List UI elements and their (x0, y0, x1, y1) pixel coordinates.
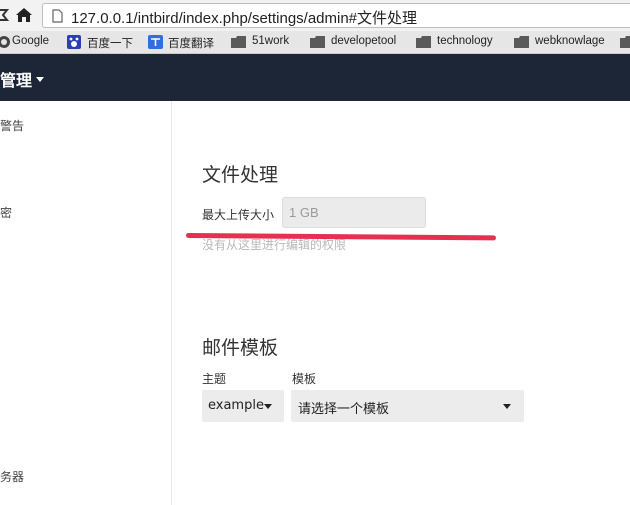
sidebar-item-server[interactable]: 务器 (0, 468, 24, 485)
theme-select-value: example (208, 398, 264, 413)
url-text[interactable]: 127.0.0.1/intbird/index.php/settings/adm… (71, 7, 417, 28)
folder-icon (620, 36, 630, 48)
reload-icon[interactable] (0, 8, 9, 22)
folder-icon (416, 36, 431, 48)
home-icon[interactable] (15, 7, 33, 23)
file-handling-title: 文件处理 (202, 164, 279, 186)
chevron-down-icon (503, 404, 511, 409)
translate-icon (148, 35, 163, 49)
template-label: 模板 (292, 372, 317, 386)
template-select[interactable]: 请选择一个模板 (291, 390, 524, 422)
chevron-down-icon (264, 404, 272, 409)
bookmark-google[interactable]: Google (12, 35, 49, 47)
mail-templates-title: 邮件模板 (202, 337, 279, 359)
app-header: 管理 (0, 54, 630, 101)
theme-label: 主题 (202, 372, 227, 386)
bookmark-51work[interactable]: 51work (252, 35, 289, 47)
bookmark-developetool[interactable]: developetool (331, 35, 396, 47)
theme-select[interactable]: example (202, 390, 284, 422)
settings-sidebar: 警告 密 务器 (0, 101, 172, 505)
folder-icon (231, 36, 246, 48)
baidu-paw-icon (67, 35, 81, 49)
sidebar-item-encryption[interactable]: 密 (0, 204, 12, 221)
bookmark-baidu-translate[interactable]: 百度翻译 (168, 35, 214, 51)
google-icon (0, 36, 10, 48)
bookmarks-bar: Google 百度一下 百度翻译 51work developetool tec… (0, 31, 630, 54)
max-upload-input[interactable] (282, 197, 426, 228)
folder-icon (310, 36, 325, 48)
bookmark-technology[interactable]: technology (437, 35, 493, 47)
sidebar-item-warnings[interactable]: 警告 (0, 117, 24, 134)
admin-menu-title[interactable]: 管理 (0, 67, 32, 91)
chevron-down-icon[interactable] (36, 77, 44, 82)
address-bar[interactable]: 127.0.0.1/intbird/index.php/settings/adm… (42, 3, 630, 28)
folder-icon (514, 36, 529, 48)
browser-toolbar: 127.0.0.1/intbird/index.php/settings/adm… (0, 0, 630, 31)
max-upload-label: 最大上传大小 (202, 208, 275, 222)
bookmark-baidu[interactable]: 百度一下 (87, 35, 133, 51)
page-icon (52, 9, 63, 23)
template-select-value: 请选择一个模板 (298, 402, 390, 417)
bookmark-webknowlage[interactable]: webknowlage (535, 35, 605, 47)
